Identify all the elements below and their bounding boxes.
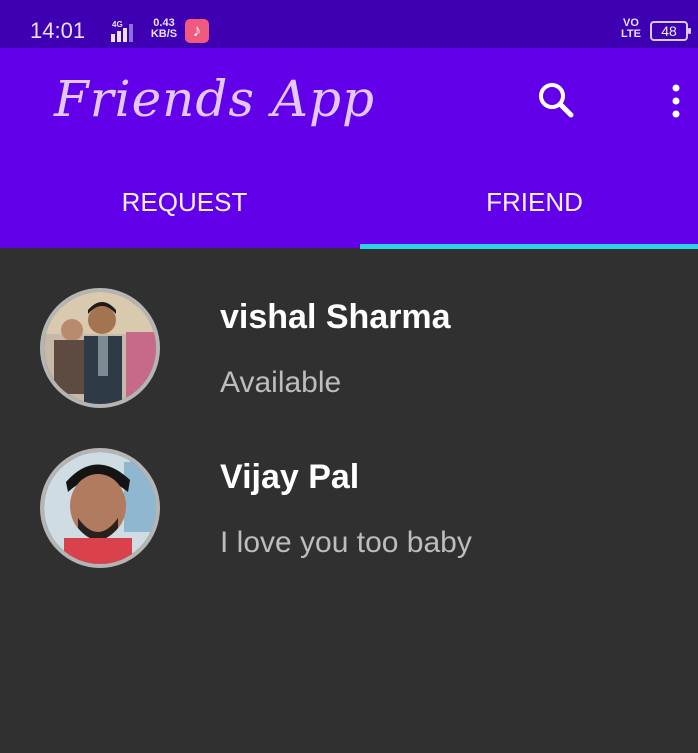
more-vert-icon[interactable] (664, 78, 688, 124)
friend-status: I love you too baby (220, 526, 472, 559)
app-bar: Friends App REQUEST FRIEND (0, 48, 698, 249)
network-type: 4G (112, 20, 123, 29)
avatar-photo (44, 452, 156, 564)
friend-status: Available (220, 366, 342, 399)
friend-name: vishal Sharma (220, 298, 451, 336)
tab-indicator (360, 244, 698, 249)
music-icon: ♪ (185, 19, 209, 43)
friend-row[interactable]: vishal Sharma Available (0, 288, 698, 428)
friend-row[interactable]: Vijay Pal I love you too baby (0, 448, 698, 588)
tab-request[interactable]: REQUEST (10, 170, 359, 246)
friend-name: Vijay Pal (220, 458, 360, 496)
data-rate: 0.43 KB/S (147, 18, 181, 40)
battery-icon: 48 (650, 21, 691, 41)
volte-bottom: LTE (621, 28, 641, 40)
data-rate-unit: KB/S (150, 28, 178, 40)
tab-friend[interactable]: FRIEND (360, 170, 698, 246)
avatar[interactable] (40, 448, 160, 568)
app-title: Friends App (54, 70, 376, 128)
search-icon[interactable] (534, 78, 580, 124)
volte-indicator: VO LTE (621, 18, 641, 40)
status-time: 14:01 (30, 18, 86, 43)
avatar-photo (44, 292, 156, 404)
status-bar: 14:01 4G 0.43 KB/S ♪ VO LTE 48 (0, 0, 698, 48)
avatar[interactable] (40, 288, 160, 408)
signal-icon: 4G (111, 20, 133, 42)
